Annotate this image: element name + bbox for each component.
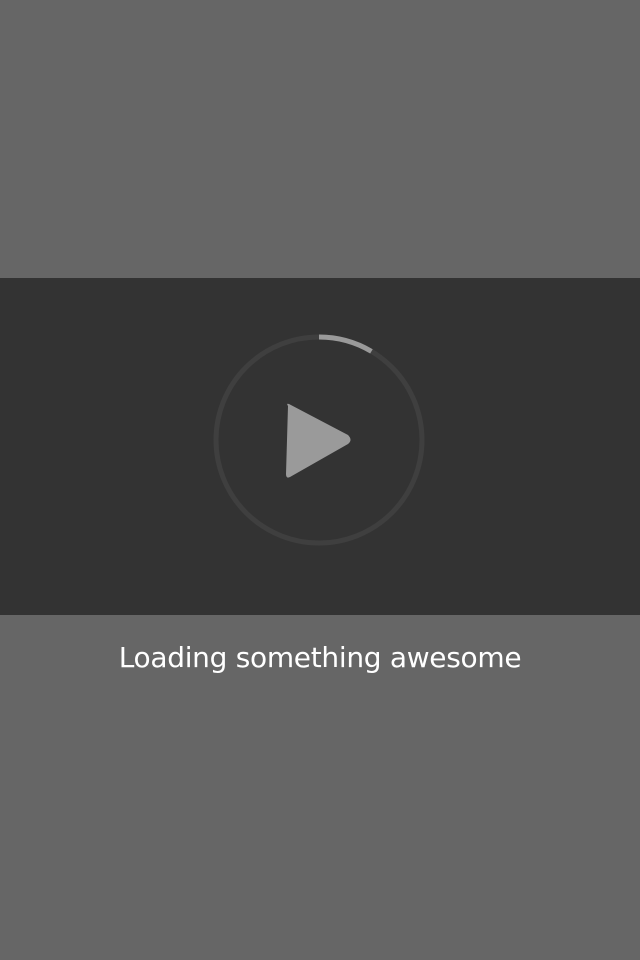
play-button[interactable]	[212, 333, 426, 547]
loading-screen: Loading something awesome	[0, 0, 640, 960]
video-placeholder-band	[0, 278, 640, 615]
progress-ring	[213, 334, 425, 546]
play-icon	[286, 403, 351, 478]
loading-message: Loading something awesome	[118, 641, 522, 674]
